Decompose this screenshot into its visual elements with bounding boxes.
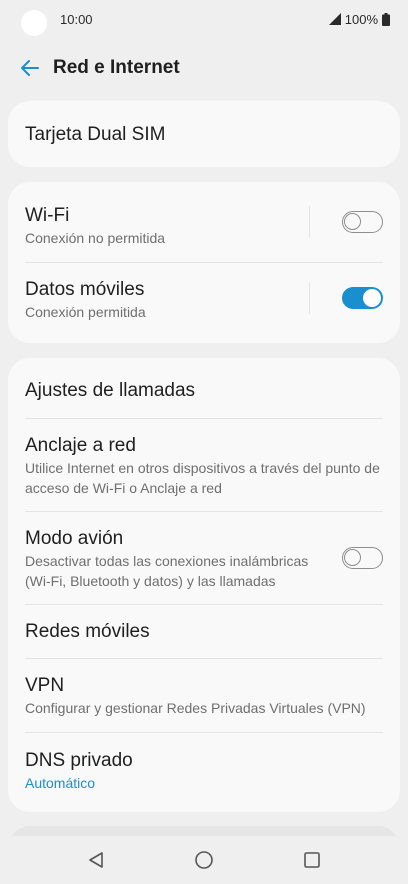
list-item-wifi[interactable]: Wi-Fi Conexión no permitida: [25, 182, 383, 263]
vpn-description: Configurar y gestionar Redes Privadas Vi…: [25, 700, 366, 716]
list-item-private-dns[interactable]: DNS privado Automático: [25, 733, 383, 812]
card-connections: Wi-Fi Conexión no permitida Datos móvile…: [8, 182, 400, 343]
list-item-airplane-mode[interactable]: Modo avión Desactivar todas las conexion…: [25, 512, 383, 605]
arrow-left-icon: [21, 60, 39, 76]
toggle-knob: [344, 213, 361, 230]
battery-percent: 100%: [344, 11, 378, 27]
list-item-dual-sim[interactable]: Tarjeta Dual SIM: [25, 101, 383, 167]
tethering-description: Utilice Internet en otros dispositivos a…: [25, 460, 380, 496]
airplane-toggle-zone: [309, 542, 383, 574]
list-item-mobile-networks[interactable]: Redes móviles: [25, 605, 383, 659]
page-title: Red e Internet: [53, 57, 180, 78]
nav-home-button[interactable]: [192, 848, 216, 872]
toggle-knob: [363, 289, 381, 307]
recents-square-icon: [304, 852, 320, 868]
list-item-call-settings[interactable]: Ajustes de llamadas: [25, 358, 383, 419]
dual-sim-label: Tarjeta Dual SIM: [25, 124, 166, 145]
mobile-data-toggle-zone: [309, 282, 383, 314]
wifi-toggle-zone: [309, 206, 383, 238]
back-button[interactable]: [16, 54, 44, 82]
signal-icon: [328, 13, 341, 25]
vpn-label: VPN: [25, 675, 65, 696]
app-bar: Red e Internet: [0, 44, 408, 92]
card-dual-sim: Tarjeta Dual SIM: [8, 101, 400, 167]
notification-dot: [21, 10, 47, 36]
list-item-mobile-data[interactable]: Datos móviles Conexión permitida: [25, 263, 383, 343]
airplane-mode-description: Desactivar todas las conexiones inalámbr…: [25, 553, 309, 589]
status-bar: 10:00 100%: [0, 0, 408, 40]
home-circle-icon: [195, 851, 213, 869]
private-dns-value: Automático: [25, 775, 96, 791]
card-network-settings: Ajustes de llamadas Anclaje a red Utilic…: [8, 358, 400, 812]
nav-back-button[interactable]: [84, 848, 108, 872]
mobile-networks-label: Redes móviles: [25, 621, 150, 642]
wifi-toggle[interactable]: [342, 211, 383, 233]
status-icons: 100%: [328, 11, 390, 27]
list-item-tethering[interactable]: Anclaje a red Utilice Internet en otros …: [25, 419, 383, 512]
tethering-label: Anclaje a red: [25, 435, 136, 456]
navigation-bar: [0, 836, 408, 884]
back-triangle-icon: [89, 852, 103, 868]
list-item-vpn[interactable]: VPN Configurar y gestionar Redes Privada…: [25, 659, 383, 733]
nav-recents-button[interactable]: [300, 848, 324, 872]
call-settings-label: Ajustes de llamadas: [25, 380, 196, 401]
airplane-mode-toggle[interactable]: [342, 547, 383, 569]
toggle-knob: [344, 549, 361, 566]
private-dns-label: DNS privado: [25, 750, 133, 771]
mobile-data-toggle[interactable]: [342, 287, 383, 309]
airplane-mode-label: Modo avión: [25, 528, 124, 549]
status-time: 10:00: [60, 12, 93, 27]
battery-icon: [382, 12, 390, 26]
